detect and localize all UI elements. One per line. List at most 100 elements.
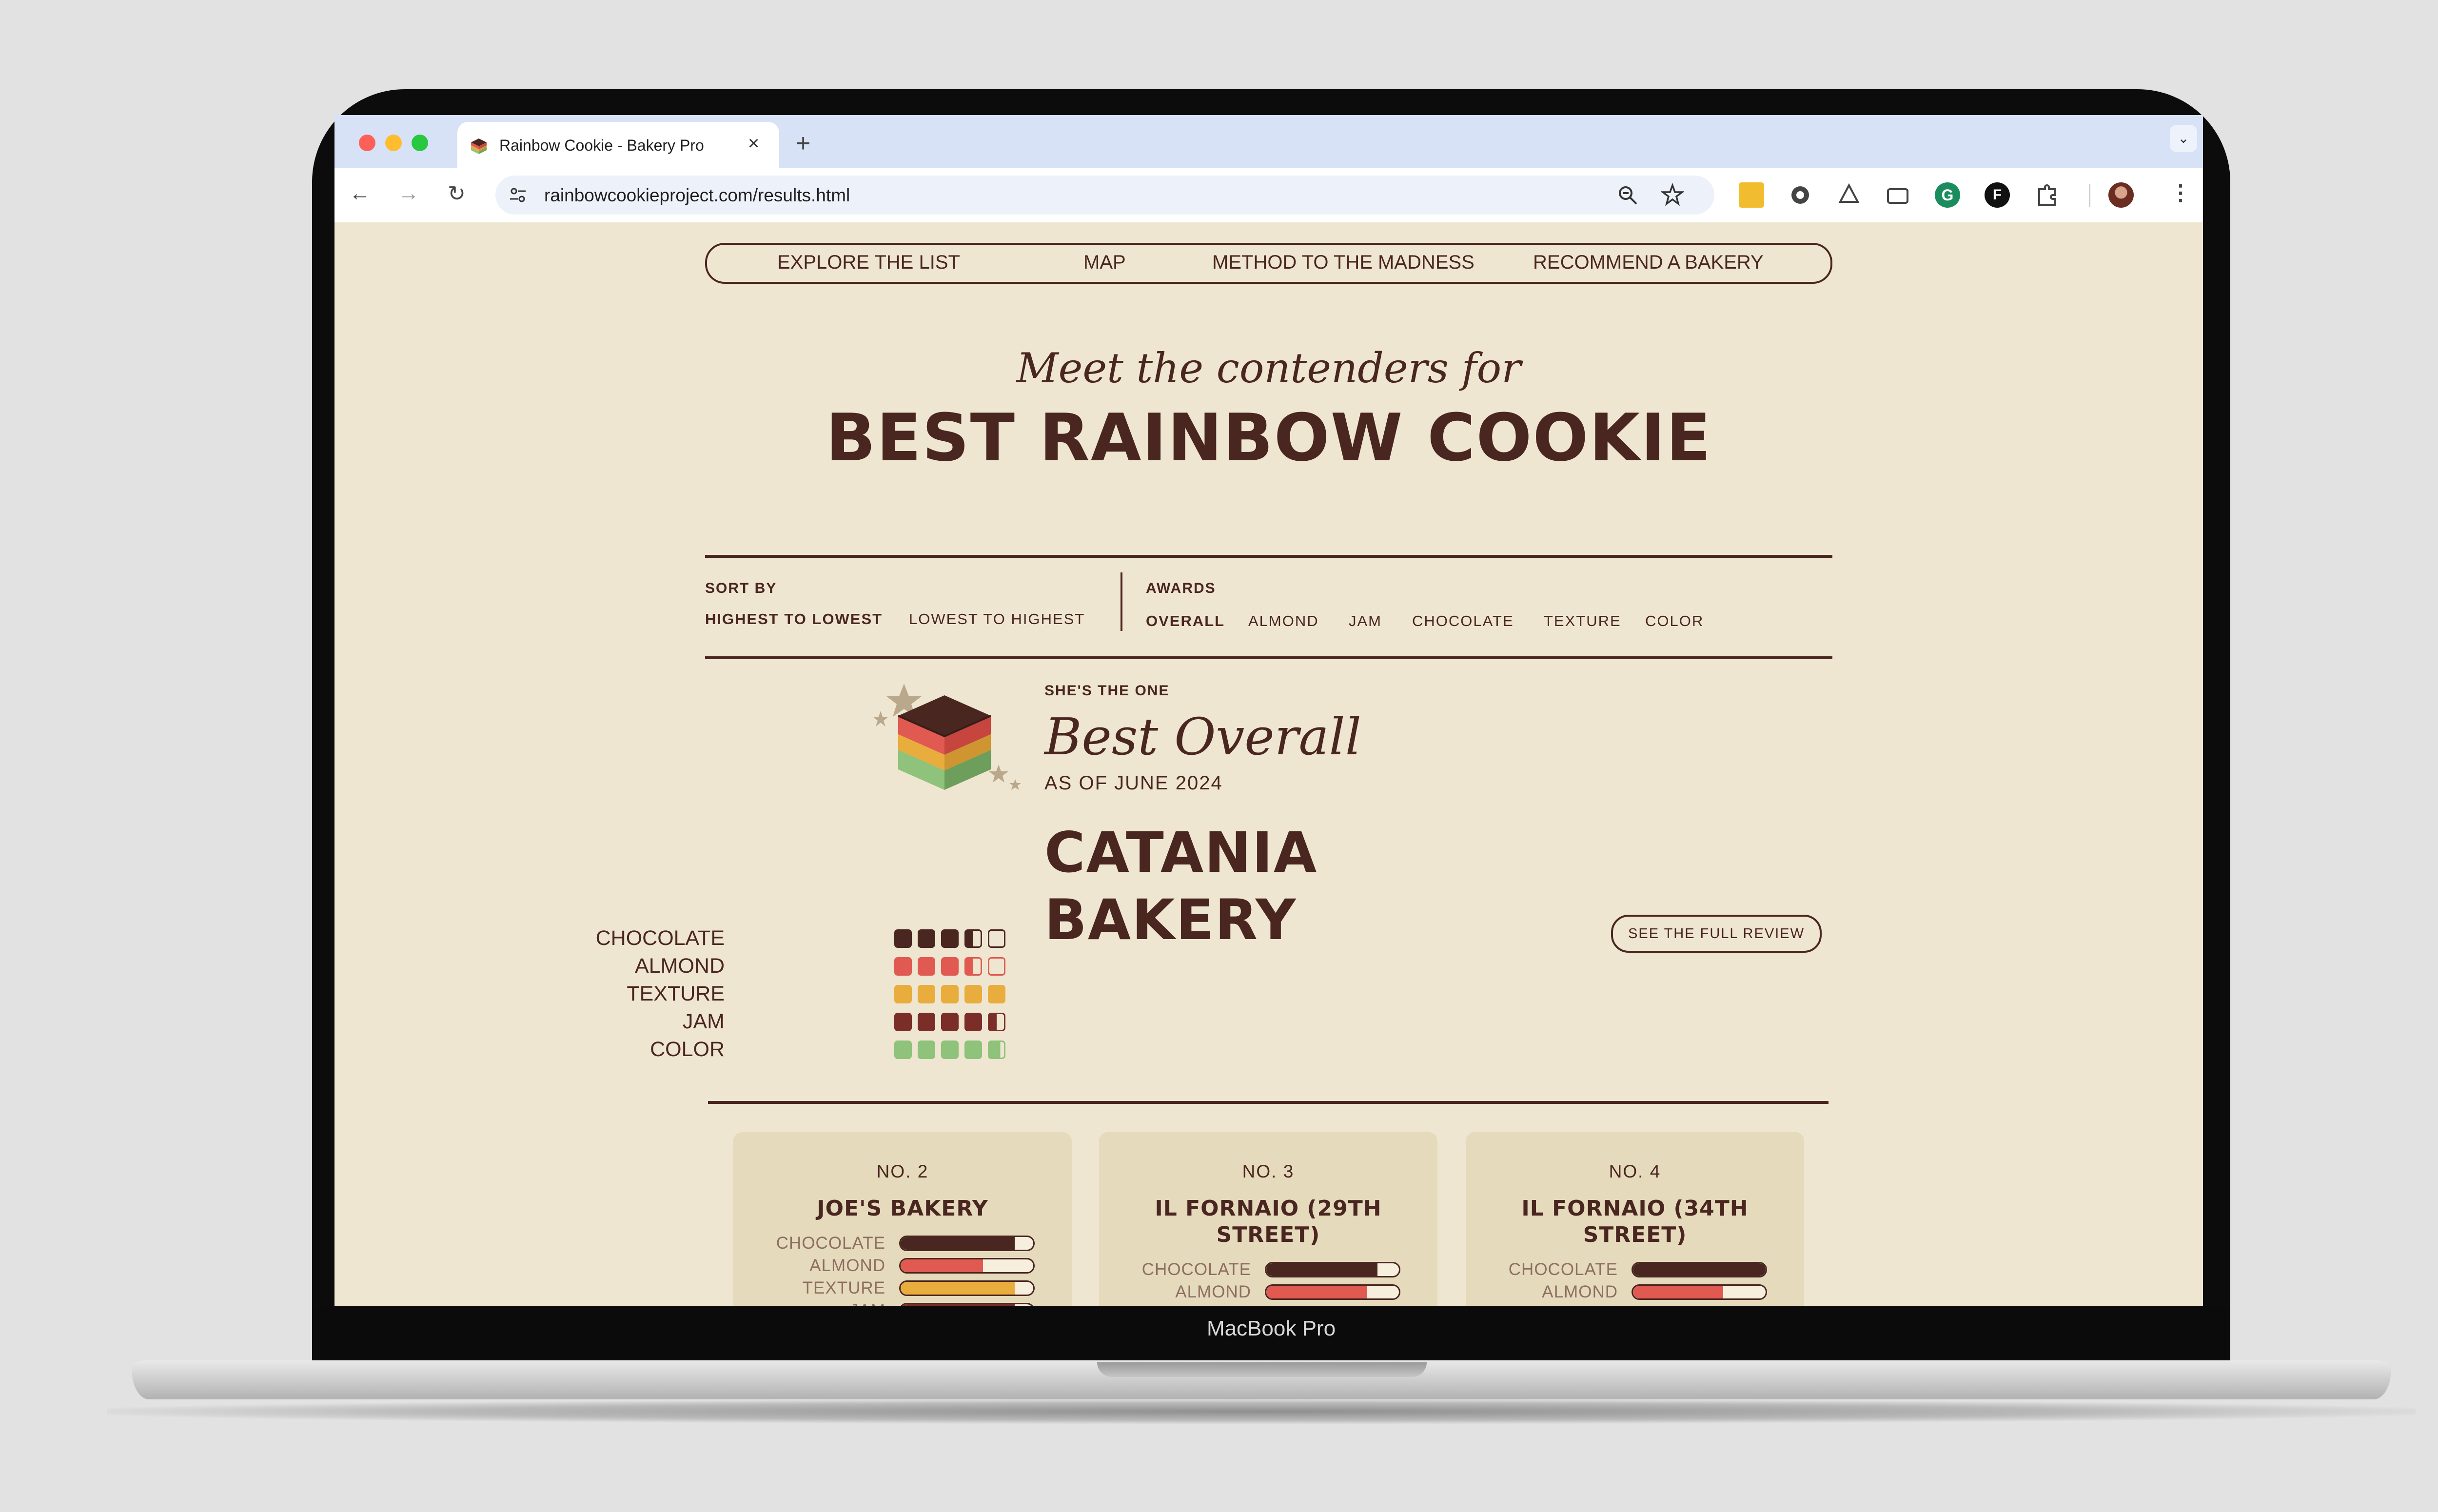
featured-rating-square-texture <box>918 985 935 1003</box>
featured-rating-square-color <box>964 1041 982 1059</box>
featured-rating-square-chocolate <box>964 929 982 948</box>
featured-rating-square-color <box>988 1041 1005 1059</box>
award-almond[interactable]: ALMOND <box>1248 612 1319 630</box>
site-nav: EXPLORE THE LIST MAP METHOD TO THE MADNE… <box>705 243 1832 284</box>
nav-explore-the-list[interactable]: EXPLORE THE LIST <box>777 252 960 274</box>
cookie-favicon-icon <box>471 138 487 154</box>
address-bar[interactable]: rainbowcookieproject.com/results.html <box>495 176 1714 215</box>
nav-map[interactable]: MAP <box>1083 252 1126 274</box>
see-full-review-button[interactable]: SEE THE FULL REVIEW <box>1611 915 1822 953</box>
featured-rating-square-chocolate <box>894 929 912 948</box>
nav-method-to-the-madness[interactable]: METHOD TO THE MADNESS <box>1212 252 1475 274</box>
featured-rating-square-texture <box>988 985 1005 1003</box>
featured-rating-square-chocolate <box>918 929 935 948</box>
sort-lowest-to-highest[interactable]: LOWEST TO HIGHEST <box>909 610 1085 628</box>
extension-folder-icon[interactable] <box>1885 182 1910 208</box>
card-rank: NO. 3 <box>1242 1161 1295 1181</box>
card-rating-label-almond: ALMOND <box>1175 1282 1251 1301</box>
laptop-model-label: MacBook Pro <box>1206 1316 1336 1340</box>
divider-top <box>705 555 1832 558</box>
extension-grammarly-icon[interactable]: G <box>1935 182 1960 208</box>
bookmark-star-icon[interactable] <box>1661 183 1684 207</box>
extension-f-icon[interactable]: F <box>1985 182 2010 208</box>
back-button[interactable]: ← <box>349 181 371 206</box>
card-rating-fill-chocolate <box>1266 1263 1378 1276</box>
extension-recycle-icon[interactable] <box>1836 182 1862 208</box>
reload-button[interactable]: ↻ <box>448 181 466 206</box>
new-tab-button[interactable]: + <box>796 129 810 158</box>
window-close-button[interactable] <box>359 135 375 151</box>
card-rating-fill-chocolate <box>1633 1263 1766 1276</box>
award-jam[interactable]: JAM <box>1349 612 1382 630</box>
browser-tab-active[interactable]: Rainbow Cookie - Bakery Pro × <box>457 122 779 168</box>
laptop-screen: Rainbow Cookie - Bakery Pro × + ⌄ ← → ↻ … <box>334 115 2203 1306</box>
featured-rating-square-jam <box>894 1013 912 1031</box>
card-rating-label-texture: TEXTURE <box>1491 1305 1618 1306</box>
contender-card[interactable]: NO. 4 IL FORNAIO (34TH STREET) CHOCOLATE AL… <box>1466 1132 1804 1306</box>
featured-date: AS OF JUNE 2024 <box>1044 772 1223 794</box>
card-rating-fill-jam <box>901 1304 1015 1306</box>
extension-notes-icon[interactable] <box>1739 182 1764 208</box>
menu-kebab-icon[interactable]: ⋮ <box>2170 180 2191 205</box>
contender-card[interactable]: NO. 2 JOE'S BAKERY CHOCOLATE ALMOND TEXTURE J… <box>733 1132 1072 1306</box>
site-settings-icon[interactable] <box>508 185 528 205</box>
featured-kicker: SHE'S THE ONE <box>1044 683 1170 699</box>
featured-rating-square-texture <box>941 985 959 1003</box>
featured-bakery-name-line1: CATANIA <box>1044 820 1318 885</box>
tab-search-dropdown-icon[interactable]: ⌄ <box>2170 125 2197 152</box>
profile-avatar[interactable] <box>2108 182 2134 208</box>
award-chocolate[interactable]: CHOCOLATE <box>1412 612 1514 630</box>
featured-rating-label-texture: TEXTURE <box>627 982 725 1005</box>
featured-rating-square-almond <box>894 957 912 976</box>
card-rating-bar-texture <box>899 1280 1035 1296</box>
tab-close-icon[interactable]: × <box>748 133 759 155</box>
window-zoom-button[interactable] <box>412 135 428 151</box>
laptop-opening-notch <box>1097 1362 1427 1377</box>
card-rating-label-almond: ALMOND <box>809 1256 885 1275</box>
featured-rating-square-jam <box>941 1013 959 1031</box>
nav-recommend-a-bakery[interactable]: RECOMMEND A BAKERY <box>1533 252 1764 274</box>
featured-award-title: Best Overall <box>1044 707 1361 766</box>
featured-rating-label-jam: JAM <box>683 1010 725 1033</box>
extensions-puzzle-icon[interactable] <box>2034 182 2060 208</box>
featured-rating-square-chocolate <box>988 929 1005 948</box>
forward-button[interactable]: → <box>398 181 419 206</box>
featured-rating-square-almond <box>988 957 1005 976</box>
card-rating-label-chocolate: CHOCOLATE <box>1141 1260 1251 1279</box>
award-overall[interactable]: OVERALL <box>1146 612 1225 630</box>
award-texture[interactable]: TEXTURE <box>1544 612 1621 630</box>
card-rating-label-texture: TEXTURE <box>802 1278 885 1297</box>
sort-by-label: SORT BY <box>705 580 777 596</box>
card-rank: NO. 2 <box>876 1161 929 1181</box>
card-rating-fill-almond <box>901 1259 983 1272</box>
featured-rating-square-color <box>894 1041 912 1059</box>
award-color[interactable]: COLOR <box>1645 612 1704 630</box>
card-bakery-name: IL FORNAIO (34TH STREET) <box>1521 1196 1749 1247</box>
filters-divider <box>1121 572 1122 631</box>
divider-filters <box>705 656 1832 659</box>
card-rating-label-almond: ALMOND <box>1542 1282 1618 1301</box>
card-rating-label-chocolate: CHOCOLATE <box>1508 1260 1618 1279</box>
featured-rating-square-almond <box>941 957 959 976</box>
contender-card[interactable]: NO. 3 IL FORNAIO (29TH STREET) CHOCOLATE AL… <box>1099 1132 1437 1306</box>
featured-rating-label-color: COLOR <box>650 1038 725 1061</box>
card-rating-bar-chocolate <box>899 1236 1035 1251</box>
laptop-shadow <box>107 1399 2416 1424</box>
zoom-out-icon[interactable] <box>1617 184 1638 206</box>
window-minimize-button[interactable] <box>385 135 402 151</box>
extension-gear-icon[interactable] <box>1788 182 1813 208</box>
featured-rating-square-almond <box>918 957 935 976</box>
card-rating-bar-almond <box>1632 1284 1767 1300</box>
featured-bakery-name-line2: BAKERY <box>1044 887 1297 952</box>
card-rating-bar-chocolate <box>1632 1262 1767 1277</box>
featured-rating-square-jam <box>918 1013 935 1031</box>
featured-rating-square-jam <box>988 1013 1005 1031</box>
card-rating-fill-almond <box>1266 1286 1367 1298</box>
featured-rating-square-texture <box>894 985 912 1003</box>
card-rating-bar-almond <box>899 1258 1035 1274</box>
sort-highest-to-lowest[interactable]: HIGHEST TO LOWEST <box>705 610 883 628</box>
card-rating-fill-texture <box>901 1282 1015 1295</box>
page-title: BEST RAINBOW COOKIE <box>826 400 1712 476</box>
featured-rating-square-jam <box>964 1013 982 1031</box>
browser-toolbar: ← → ↻ rainbowcookieproject.com/results.h… <box>334 168 2203 223</box>
